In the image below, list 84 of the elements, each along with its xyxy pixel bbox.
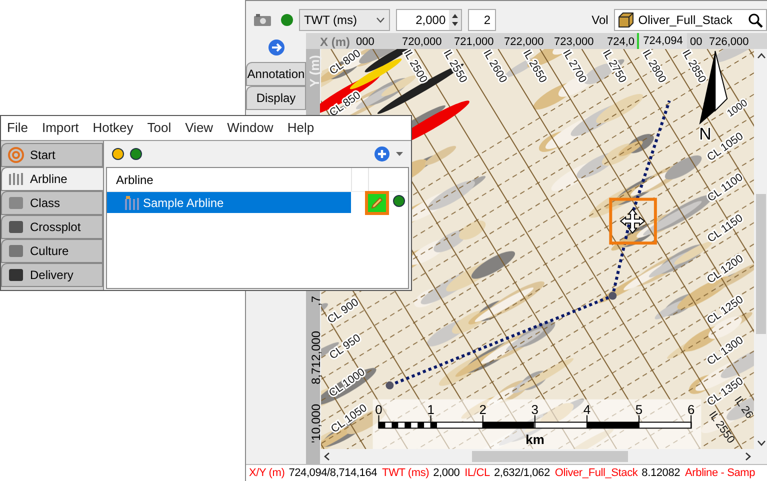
axis-tick-label: 720,000 bbox=[402, 35, 442, 50]
volume-label: Vol bbox=[592, 12, 608, 29]
status-label: TWT (ms) bbox=[382, 466, 430, 481]
target-icon bbox=[8, 147, 24, 163]
crossline-label: CL 1000 bbox=[327, 366, 368, 400]
status-light-icon bbox=[393, 194, 405, 206]
axis-title: X (m) bbox=[320, 34, 350, 50]
side-tab[interactable]: Arbline bbox=[1, 167, 103, 191]
scale-tick-label: 6 bbox=[688, 402, 696, 418]
status-label: X/Y (m) bbox=[249, 466, 285, 481]
forward-icon[interactable] bbox=[268, 39, 284, 56]
search-icon[interactable] bbox=[748, 12, 763, 28]
axis-tick-label: 8,712,000 bbox=[308, 331, 324, 384]
menu-item[interactable]: Window bbox=[227, 118, 274, 138]
cube-icon bbox=[618, 12, 634, 28]
axis-tick-label: 722,000 bbox=[504, 35, 544, 50]
crossline-label: CL 800 bbox=[328, 49, 364, 78]
domain-dropdown[interactable]: TWT (ms) bbox=[298, 9, 390, 31]
axis-tick-label: ,7 bbox=[308, 296, 324, 306]
camera-icon[interactable] bbox=[254, 14, 271, 26]
arbline-icon bbox=[125, 196, 139, 210]
axis-tick-label: 000 bbox=[356, 35, 374, 50]
crossline-label: CL 1200 bbox=[706, 252, 746, 286]
menu-item[interactable]: Hotkey bbox=[92, 118, 134, 138]
axis-tick-label: '10,000 bbox=[308, 404, 324, 443]
crossline-label: CL 1250 bbox=[706, 294, 746, 327]
side-tab[interactable]: Display bbox=[246, 86, 306, 110]
add-icon[interactable] bbox=[374, 146, 390, 162]
side-tab[interactable]: Culture bbox=[1, 239, 103, 263]
status-value: 2,000 bbox=[433, 466, 460, 481]
scroll-thumb[interactable] bbox=[472, 451, 628, 462]
menu-item[interactable]: Import bbox=[42, 118, 79, 138]
status-light-icon bbox=[112, 148, 124, 160]
side-tab[interactable]: Crossplot bbox=[1, 215, 103, 239]
crossline-label: CL 900 bbox=[326, 296, 362, 326]
crossline-label: CL 1100 bbox=[706, 171, 746, 204]
scale-tick-label: 0 bbox=[376, 402, 383, 418]
axis-tick-label: 721,000 bbox=[454, 35, 494, 50]
crossline-label: CL 950 bbox=[328, 332, 364, 362]
cursor-readout: 724,094 bbox=[637, 33, 687, 49]
status-value: 724,094/8,714,164 bbox=[288, 466, 378, 481]
scale-unit-label: km bbox=[526, 432, 545, 448]
status-label: Oliver_Full_Stack bbox=[554, 466, 638, 481]
side-tab[interactable]: Delivery bbox=[1, 263, 103, 287]
side-tab[interactable]: Start bbox=[1, 143, 103, 167]
time-spinbox[interactable]: 2,000 bbox=[396, 9, 462, 31]
menu-item[interactable]: Tool bbox=[147, 118, 172, 138]
menu-item[interactable]: File bbox=[7, 118, 28, 138]
axis-tick-label: 723,000 bbox=[554, 35, 594, 50]
scroll-thumb[interactable] bbox=[756, 194, 766, 334]
move-cursor-icon bbox=[620, 208, 646, 234]
axis-tick-label: 724,0 bbox=[607, 35, 635, 50]
step-field[interactable]: 2 bbox=[468, 9, 496, 31]
volume-field[interactable]: Oliver_Full_Stack bbox=[614, 9, 767, 31]
selection-highlight bbox=[610, 198, 658, 245]
status-label: IL/CL bbox=[464, 466, 490, 481]
spin-arrows-icon bbox=[448, 10, 461, 30]
pencil-icon bbox=[370, 196, 384, 210]
list-item[interactable]: Sample Arbline bbox=[107, 192, 351, 213]
scale-tick-label: 3 bbox=[532, 402, 539, 418]
menu-item[interactable]: Help bbox=[287, 118, 314, 138]
scale-tick-label: 5 bbox=[636, 402, 644, 418]
status-value: 2,632/1,062 bbox=[494, 466, 550, 481]
column-header: Arbline bbox=[115, 172, 154, 188]
axis-tick-label: 726,000 bbox=[709, 35, 749, 50]
status-label: Arbline - Samp bbox=[685, 466, 755, 481]
menu-item[interactable]: View bbox=[185, 118, 214, 138]
edit-button[interactable] bbox=[365, 190, 389, 214]
side-tab[interactable]: Class bbox=[1, 191, 103, 215]
side-tab[interactable]: Annotation bbox=[246, 62, 306, 86]
inline-label: IL 26 bbox=[732, 394, 756, 421]
dropdown-caret-icon[interactable] bbox=[396, 152, 403, 156]
axis-tick-label: 00 bbox=[690, 35, 702, 50]
north-label: N bbox=[700, 124, 712, 144]
scale-tick-label: 2 bbox=[480, 402, 487, 418]
status-value: 8.12082 bbox=[642, 466, 680, 481]
bars-icon bbox=[8, 171, 24, 187]
crossline-label: CL 850 bbox=[328, 89, 364, 120]
scale-tick-label: 1 bbox=[428, 402, 435, 418]
status-light-icon bbox=[130, 148, 142, 160]
scale-tick-label: 4 bbox=[584, 402, 591, 418]
crossline-label: CL 1150 bbox=[706, 212, 746, 246]
chevron-icon bbox=[376, 17, 385, 23]
crossline-label: CL 1050 bbox=[329, 402, 370, 436]
